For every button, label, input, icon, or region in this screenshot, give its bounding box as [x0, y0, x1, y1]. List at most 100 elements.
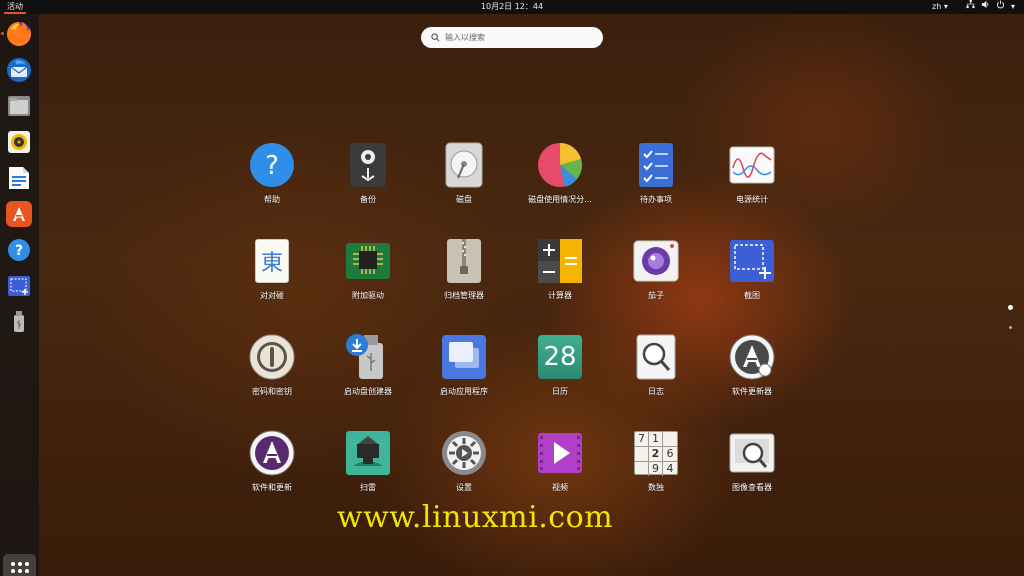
archive-manager-icon	[441, 238, 487, 284]
activities-button[interactable]: 活动	[4, 0, 26, 14]
disks-icon	[441, 142, 487, 188]
settings-icon	[441, 430, 487, 476]
sudoku-cell: 2	[649, 447, 663, 462]
search-icon	[431, 33, 440, 42]
app-passwords-keys[interactable]: 密码和密钥	[224, 332, 320, 428]
power-statistics-icon	[729, 142, 775, 188]
app-label: 启动盘创建器	[344, 387, 392, 396]
app-startup-applications[interactable]: 启动应用程序	[416, 332, 512, 428]
sudoku-grid: 7 1 2 6 9 4	[634, 431, 678, 476]
system-tray[interactable]: ▾	[966, 0, 1015, 14]
backup-icon	[345, 142, 391, 188]
app-additional-drivers[interactable]: 附加驱动	[320, 236, 416, 332]
calculator-icon	[537, 238, 583, 284]
app-todo[interactable]: 待办事项	[608, 140, 704, 236]
rhythmbox-icon[interactable]	[6, 129, 32, 155]
logs-icon	[633, 334, 679, 380]
todo-icon	[633, 142, 679, 188]
app-label: 图像查看器	[732, 483, 772, 492]
app-label: 日志	[648, 387, 664, 396]
app-software-updater[interactable]: 软件更新器	[704, 332, 800, 428]
app-power-statistics[interactable]: 电源统计	[704, 140, 800, 236]
screenshot-icon	[729, 238, 775, 284]
sudoku-cell	[663, 432, 677, 447]
page-indicator[interactable]	[1009, 326, 1012, 329]
system-menu-arrow-icon[interactable]: ▾	[1011, 0, 1015, 14]
svg-text:?: ?	[15, 243, 23, 259]
app-label: 扫雷	[360, 483, 376, 492]
thunderbird-icon[interactable]	[6, 57, 32, 83]
app-label: 密码和密钥	[252, 387, 292, 396]
app-startup-disk-creator[interactable]: 启动盘创建器	[320, 332, 416, 428]
disk-usage-icon	[537, 142, 583, 188]
usb-icon[interactable]	[6, 309, 32, 335]
clock: 10月2日 12：44	[0, 0, 1024, 14]
sudoku-icon: 7 1 2 6 9 4	[633, 430, 679, 476]
app-label: 待办事项	[640, 195, 672, 204]
volume-icon[interactable]	[981, 0, 990, 14]
app-image-viewer[interactable]: 图像查看器	[704, 428, 800, 524]
app-label: 计算器	[548, 291, 572, 300]
startup-disk-creator-icon	[345, 334, 391, 380]
software-icon[interactable]	[6, 201, 32, 227]
show-applications-icon[interactable]	[3, 554, 36, 576]
dock: ?	[0, 14, 39, 576]
app-label: 附加驱动	[352, 291, 384, 300]
app-label: 电源统计	[736, 195, 768, 204]
search-bar[interactable]	[421, 27, 603, 48]
app-help[interactable]: ? 帮助	[224, 140, 320, 236]
app-label: 视频	[552, 483, 568, 492]
help-icon: ?	[249, 142, 295, 188]
sudoku-cell: 7	[635, 432, 649, 447]
app-label: 截图	[744, 291, 760, 300]
sudoku-cell: 9	[649, 462, 663, 476]
sudoku-cell	[635, 447, 649, 462]
app-disk-usage[interactable]: 磁盘使用情况分...	[512, 140, 608, 236]
calendar-icon: 28	[537, 334, 583, 380]
app-calculator[interactable]: 计算器	[512, 236, 608, 332]
clock-button[interactable]: 10月2日 12：44	[481, 2, 543, 11]
software-updates-icon	[249, 430, 295, 476]
screenshot-icon[interactable]	[6, 273, 32, 299]
sudoku-cell: 1	[649, 432, 663, 447]
app-label: 启动应用程序	[440, 387, 488, 396]
svg-text:?: ?	[265, 151, 279, 181]
app-label: 日历	[552, 387, 568, 396]
input-language-indicator[interactable]: zh ▾	[932, 0, 948, 14]
page-indicator-active[interactable]	[1008, 305, 1013, 310]
app-label: 磁盘使用情况分...	[528, 195, 592, 204]
app-label: 对对碰	[260, 291, 284, 300]
app-disks[interactable]: 磁盘	[416, 140, 512, 236]
additional-drivers-icon	[345, 238, 391, 284]
network-icon[interactable]	[966, 0, 975, 14]
power-icon[interactable]	[996, 0, 1005, 14]
app-backup[interactable]: 备份	[320, 140, 416, 236]
software-updater-icon	[729, 334, 775, 380]
app-logs[interactable]: 日志	[608, 332, 704, 428]
writer-icon[interactable]	[6, 165, 32, 191]
app-mahjongg[interactable]: 東 对对碰	[224, 236, 320, 332]
app-cheese[interactable]: 茄子	[608, 236, 704, 332]
app-label: 软件更新器	[732, 387, 772, 396]
app-archive-manager[interactable]: 归档管理器	[416, 236, 512, 332]
help-icon[interactable]: ?	[6, 237, 32, 263]
mahjongg-icon: 東	[249, 238, 295, 284]
app-label: 茄子	[648, 291, 664, 300]
app-label: 磁盘	[456, 195, 472, 204]
mahjongg-tile: 東	[255, 239, 289, 283]
image-viewer-icon	[729, 430, 775, 476]
sudoku-cell: 4	[666, 462, 674, 475]
search-input[interactable]	[445, 33, 595, 42]
files-icon[interactable]	[6, 93, 32, 119]
app-label: 归档管理器	[444, 291, 484, 300]
passwords-keys-icon	[249, 334, 295, 380]
app-screenshot[interactable]: 截图	[704, 236, 800, 332]
cheese-icon	[633, 238, 679, 284]
videos-icon	[537, 430, 583, 476]
startup-applications-icon	[441, 334, 487, 380]
app-label: 数独	[648, 483, 664, 492]
app-calendar[interactable]: 28 日历	[512, 332, 608, 428]
mines-icon	[345, 430, 391, 476]
app-label: 软件和更新	[252, 483, 292, 492]
firefox-icon[interactable]	[1, 21, 32, 47]
